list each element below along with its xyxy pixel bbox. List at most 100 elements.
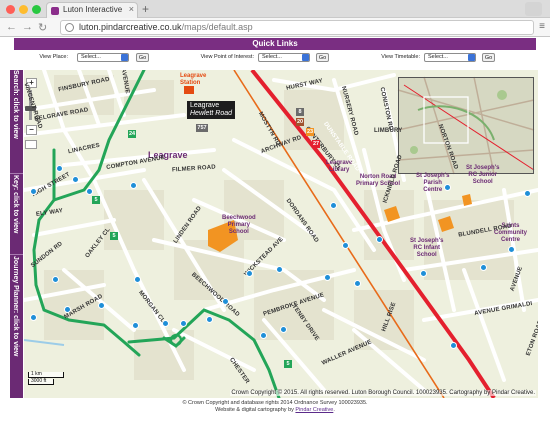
new-tab-button[interactable]: + [142, 2, 149, 16]
footer-credit-prefix: Website & digital cartography by [215, 407, 296, 413]
key-panel-tab-label: Key: click to view [12, 175, 19, 234]
close-window-button[interactable] [6, 5, 15, 14]
view-place-go-button[interactable]: Go [136, 53, 149, 62]
poi-st-josephs-junior-school: St Joseph's RC Junior School [466, 165, 499, 186]
view-timetable-go-button[interactable]: Go [482, 53, 495, 62]
quick-links-header: Quick Links [0, 38, 550, 50]
url-path: /maps/default.asp [181, 22, 253, 32]
map-canvas[interactable]: + − Leagrave Hewlett Road Leagrave Leagr… [24, 70, 538, 398]
browser-menu-icon[interactable]: ≡ [539, 21, 545, 32]
route-number-badge[interactable]: 20 [296, 118, 304, 126]
address-bar[interactable]: luton.pindarcreative.co.uk/maps/default.… [60, 20, 534, 35]
poi-stjp-line1: St Joseph's [416, 173, 450, 179]
rail-station-icon[interactable] [184, 86, 194, 94]
scale-ft: 3000 ft [28, 379, 54, 385]
bus-stop-icon[interactable] [162, 320, 169, 327]
bus-stop-icon[interactable] [342, 242, 349, 249]
bus-stop-icon[interactable] [86, 188, 93, 195]
browser-window-chrome: Luton Interactive Mapping, h × + ← → ↻ l… [0, 0, 550, 37]
bus-stop-icon[interactable] [130, 182, 137, 189]
minimize-window-button[interactable] [19, 5, 28, 14]
profile-button[interactable] [525, 2, 542, 16]
map-scale: 1 km 3000 ft [28, 372, 64, 386]
overview-map[interactable] [398, 77, 534, 174]
reload-icon[interactable]: ↻ [38, 21, 47, 34]
view-place-label: View Place: [39, 54, 68, 60]
bus-stop-icon[interactable] [30, 314, 37, 321]
bus-stop-icon[interactable] [132, 322, 139, 329]
route-number-badge[interactable]: 5 [284, 360, 292, 368]
poi-stji-line3: School [416, 252, 437, 258]
page-footer: © Crown Copyright and database rights 20… [0, 398, 550, 430]
journey-planner-tab-label: Journey Planner: click to view [12, 256, 19, 357]
tab-close-icon[interactable]: × [129, 4, 134, 14]
bus-stop-icon[interactable] [180, 320, 187, 327]
bus-stop-icon[interactable] [324, 274, 331, 281]
bus-stop-icon[interactable] [524, 190, 531, 197]
map-copyright: Crown Copyright © 2015. All rights reser… [230, 390, 536, 396]
view-place-select[interactable]: Select... [77, 53, 129, 62]
view-place-value: Select... [81, 54, 101, 60]
layers-icon[interactable] [25, 140, 37, 149]
dropdown-arrow-icon [302, 54, 309, 61]
view-timetable-select[interactable]: Select... [424, 53, 476, 62]
route-number-badge[interactable]: 5 [110, 232, 118, 240]
poi-stjj-line1: St Joseph's [466, 165, 500, 171]
forward-arrow-icon[interactable]: → [22, 21, 33, 33]
bus-stop-icon[interactable] [376, 236, 383, 243]
bus-stop-icon[interactable] [98, 302, 105, 309]
poi-st-josephs-infant-school: St Joseph's RC Infant School [410, 238, 443, 259]
quick-links-title: Quick Links [252, 39, 298, 48]
callout-title: Leagrave [190, 102, 220, 109]
pindar-creative-link[interactable]: Pindar Creative [295, 407, 333, 413]
quick-links-selectors: View Place: Select... Go View Point of I… [0, 51, 550, 65]
poi-beechwood-line3: School [228, 229, 249, 235]
bus-stop-icon[interactable] [64, 306, 71, 313]
bus-stop-icon[interactable] [280, 326, 287, 333]
bus-stop-icon[interactable] [444, 184, 451, 191]
bus-stop-icon[interactable] [72, 176, 79, 183]
bus-stop-icon[interactable] [222, 298, 229, 305]
bus-stop-icon[interactable] [134, 276, 141, 283]
bus-stop-icon[interactable] [420, 270, 427, 277]
key-panel-tab[interactable]: Key: click to view [10, 175, 23, 255]
browser-tab[interactable]: Luton Interactive Mapping, h × [46, 2, 138, 18]
bus-stop-icon[interactable] [52, 276, 59, 283]
globe-icon [65, 23, 74, 32]
bus-stop-icon[interactable] [480, 264, 487, 271]
address-url: luton.pindarcreative.co.uk/maps/default.… [79, 22, 253, 32]
url-host: luton.pindarcreative.co.uk [79, 22, 182, 32]
bus-stop-icon[interactable] [354, 280, 361, 287]
bus-stop-icon[interactable] [330, 202, 337, 209]
bus-stop-icon[interactable] [30, 188, 37, 195]
station-label: Leagrave Station [180, 73, 206, 87]
favicon-icon [51, 7, 59, 15]
route-number-badge[interactable]: 757 [196, 124, 208, 132]
view-timetable-label: View Timetable: [381, 54, 420, 60]
maximize-window-button[interactable] [32, 5, 41, 14]
side-panel: Search: click to view Key: click to view… [10, 70, 23, 398]
route-number-badge[interactable]: 24 [128, 130, 136, 138]
browser-toolbar: ← → ↻ luton.pindarcreative.co.uk/maps/de… [0, 18, 550, 37]
bus-stop-icon[interactable] [260, 332, 267, 339]
route-number-badge[interactable]: 23 [306, 128, 314, 136]
view-poi-select[interactable]: Select... [258, 53, 310, 62]
route-number-badge[interactable]: 5 [92, 196, 100, 204]
back-arrow-icon[interactable]: ← [6, 21, 17, 33]
view-poi-value: Select... [262, 54, 282, 60]
bus-stop-icon[interactable] [276, 266, 283, 273]
footer-line-2: Website & digital cartography by Pindar … [0, 407, 550, 414]
bus-stop-icon[interactable] [508, 246, 515, 253]
bus-stop-icon[interactable] [56, 165, 63, 172]
poi-beechwood-line1: Beechwood [222, 215, 256, 221]
route-number-badge[interactable]: 8 [296, 108, 304, 116]
poi-beechwood-school: Beechwood Primary School [222, 215, 256, 236]
search-panel-tab[interactable]: Search: click to view [10, 70, 23, 174]
bus-stop-icon[interactable] [206, 316, 213, 323]
bus-stop-icon[interactable] [246, 270, 253, 277]
route-number-badge[interactable]: 27 [312, 140, 320, 148]
journey-planner-tab[interactable]: Journey Planner: click to view [10, 256, 23, 398]
poi-stji-line1: St Joseph's [410, 238, 444, 244]
view-poi-go-button[interactable]: Go [316, 53, 329, 62]
bus-stop-icon[interactable] [450, 342, 457, 349]
